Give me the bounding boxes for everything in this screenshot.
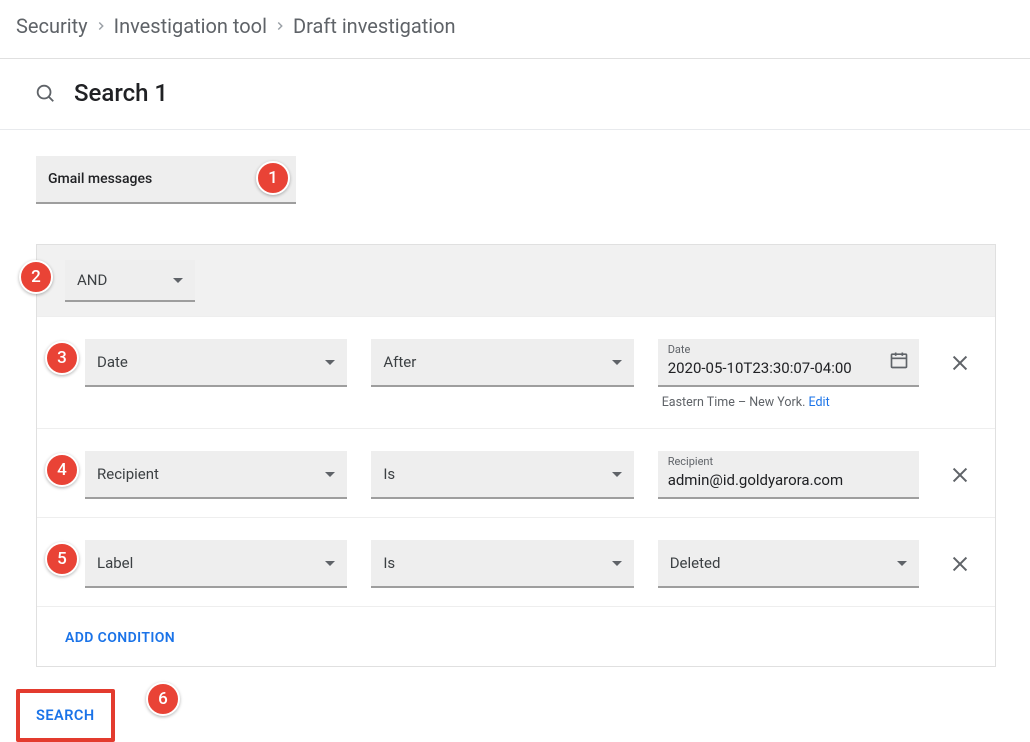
breadcrumb: Security Investigation tool Draft invest…: [0, 0, 1030, 59]
data-source-value: Gmail messages: [48, 171, 152, 187]
condition-value: 2020-05-10T23:30:07-04:00: [668, 347, 852, 377]
logic-operator-select[interactable]: AND: [65, 260, 195, 302]
edit-timezone-link[interactable]: Edit: [809, 395, 830, 410]
chevron-down-icon: [173, 278, 183, 283]
condition-row: 3 Date After Date 2020-05-10T23:30:07-04…: [37, 316, 995, 428]
chevron-down-icon: [325, 561, 335, 566]
condition-field-select[interactable]: Date: [85, 339, 347, 387]
page-title: Search 1: [74, 79, 168, 107]
add-condition-row: ADD CONDITION: [37, 606, 995, 666]
condition-operator-select[interactable]: Is: [371, 540, 633, 588]
chevron-down-icon: [612, 561, 622, 566]
search-icon: [34, 82, 56, 104]
annotation-badge: 3: [45, 341, 79, 375]
condition-value: Deleted: [670, 554, 721, 572]
chevron-right-icon: [273, 19, 287, 33]
annotation-badge: 6: [146, 682, 180, 716]
condition-operator-value: Is: [383, 554, 395, 572]
condition-field-select[interactable]: Label: [85, 540, 347, 588]
condition-value-select[interactable]: Deleted: [658, 540, 919, 588]
condition-operator-value: Is: [383, 465, 395, 483]
chevron-right-icon: [94, 19, 108, 33]
title-bar: Search 1: [0, 59, 1030, 130]
remove-condition-button[interactable]: [943, 457, 977, 493]
timezone-hint: Eastern Time – New York. Edit: [658, 395, 919, 410]
field-label: Recipient: [668, 455, 713, 468]
chevron-down-icon: [325, 472, 335, 477]
breadcrumb-item[interactable]: Investigation tool: [114, 14, 267, 38]
condition-field-value: Recipient: [97, 465, 159, 483]
condition-row: 4 Recipient Is Recipient admin@id.goldya…: [37, 428, 995, 517]
calendar-icon[interactable]: [889, 350, 909, 374]
remove-condition-button[interactable]: [943, 345, 977, 381]
breadcrumb-item[interactable]: Security: [16, 14, 88, 38]
remove-condition-button[interactable]: [943, 546, 977, 582]
chevron-down-icon: [325, 360, 335, 365]
annotation-badge: 5: [45, 542, 79, 576]
condition-row: 5 Label Is Deleted: [37, 517, 995, 606]
condition-field-select[interactable]: Recipient: [85, 451, 347, 499]
add-condition-button[interactable]: ADD CONDITION: [65, 630, 175, 646]
chevron-down-icon: [897, 561, 907, 566]
condition-field-value: Label: [97, 554, 133, 572]
search-builder: Gmail messages 1 2 AND 3 Date After: [0, 130, 1030, 742]
search-button[interactable]: SEARCH: [22, 695, 109, 736]
annotation-badge: 1: [256, 161, 290, 195]
annotation-badge: 2: [19, 260, 53, 294]
breadcrumb-item[interactable]: Draft investigation: [293, 14, 456, 38]
condition-operator-select[interactable]: After: [371, 339, 633, 387]
field-label: Date: [668, 343, 691, 356]
condition-field-value: Date: [97, 353, 128, 371]
search-button-highlight: SEARCH: [16, 689, 115, 742]
conditions-panel: 2 AND 3 Date After Date 2020-05-10T23:30…: [36, 244, 996, 667]
chevron-down-icon: [612, 472, 622, 477]
condition-value-input[interactable]: Date 2020-05-10T23:30:07-04:00: [658, 339, 919, 387]
logic-operator-value: AND: [77, 271, 107, 289]
condition-operator-select[interactable]: Is: [371, 451, 633, 499]
chevron-down-icon: [612, 360, 622, 365]
condition-operator-value: After: [383, 353, 416, 371]
annotation-badge: 4: [45, 453, 79, 487]
condition-value-input[interactable]: Recipient admin@id.goldyarora.com: [658, 451, 919, 499]
